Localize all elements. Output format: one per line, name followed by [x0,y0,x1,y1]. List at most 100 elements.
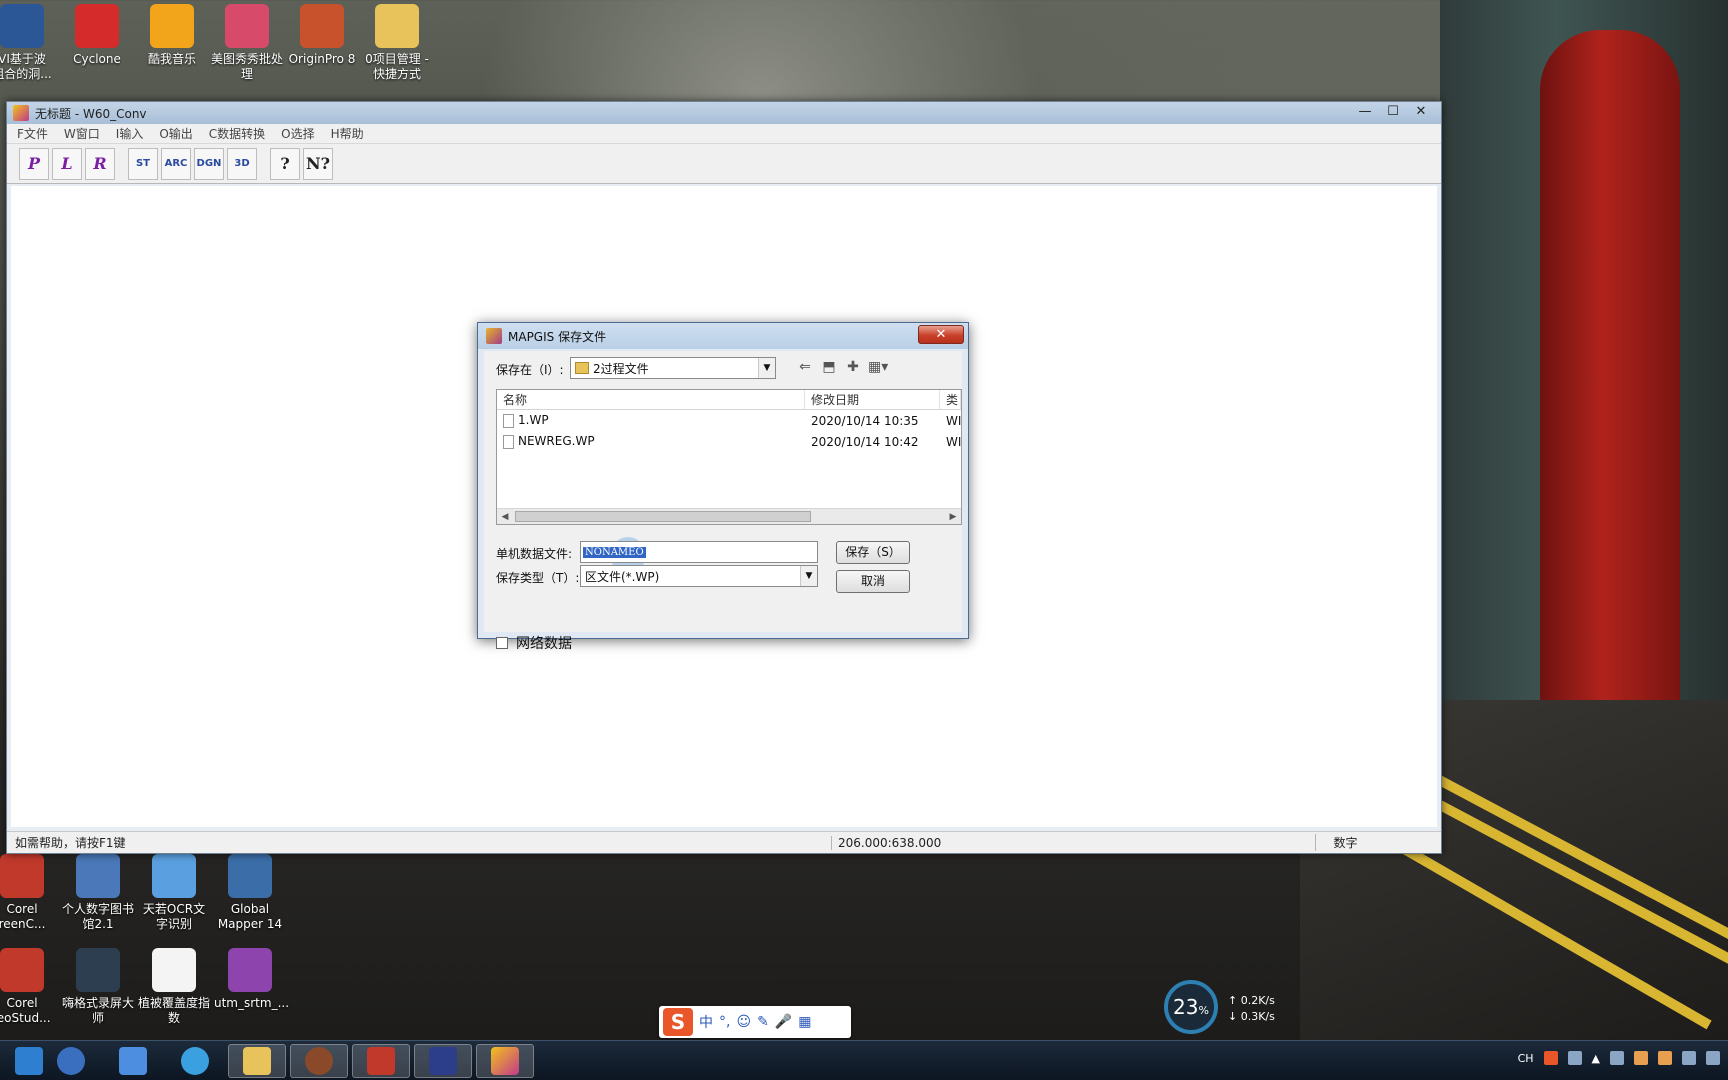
column-type[interactable]: 类 [940,390,961,409]
menu-data-convert[interactable]: C数据转换 [209,125,265,142]
desktop-icon[interactable]: utm_srtm_... [214,944,289,1011]
file-row[interactable]: 1.WP 2020/10/14 10:35 WI [497,410,961,431]
chevron-down-icon[interactable]: ▼ [758,358,775,378]
file-type: WI [946,434,962,449]
desktop-icon[interactable]: 美图秀秀批处理 [211,0,283,82]
digital-library-icon [76,854,120,898]
st-convert-icon[interactable]: ST [128,147,158,180]
taskbar-app-2[interactable] [290,1044,348,1078]
point-tool-icon[interactable]: P [19,147,49,180]
horizontal-scrollbar[interactable]: ◀ ▶ [497,508,961,524]
minimize-button[interactable]: — [1351,102,1379,122]
download-speed: ↓ 0.3K/s [1228,1010,1275,1023]
network-monitor-widget[interactable]: 23% ↑ 0.2K/s ↓ 0.3K/s [1162,968,1332,1038]
menu-file[interactable]: F文件 [17,125,48,142]
network-icon[interactable] [1682,1051,1696,1065]
sogou-ime-icon[interactable]: S [663,1008,693,1036]
filename-input[interactable]: NONAMEO [580,541,818,563]
back-arrow-icon[interactable]: ⇐ [796,359,814,375]
save-button[interactable]: 保存（S） [836,541,910,564]
desktop-icon[interactable]: 酷我音乐 [136,0,208,67]
taskbar-browser[interactable] [42,1044,100,1078]
file-list[interactable]: 名称 修改日期 类 1.WP 2020/10/14 10:35 WI NEWRE… [496,389,962,525]
menu-help[interactable]: H帮助 [331,125,364,142]
context-help-icon[interactable]: N? [303,147,333,180]
tray-icon[interactable] [1567,1051,1582,1065]
tray-expand-icon[interactable]: ▲ [1592,1052,1600,1065]
taskbar-tasks[interactable] [104,1044,162,1078]
scrollbar-thumb[interactable] [515,511,811,522]
dialog-close-button[interactable]: ✕ [918,325,964,344]
taskbar-explorer[interactable] [228,1044,286,1078]
menu-window[interactable]: W窗口 [64,125,100,142]
up-folder-icon[interactable]: ⬒ [820,359,838,375]
column-name[interactable]: 名称 [497,390,805,409]
menu-input[interactable]: I输入 [116,125,144,142]
maximize-button[interactable]: ☐ [1379,102,1407,122]
desktop-icon[interactable]: 0项目管理 - 快捷方式 [361,0,433,82]
taskbar-edge[interactable] [166,1044,224,1078]
arc-convert-icon[interactable]: ARC [161,147,191,180]
save-in-dropdown[interactable]: 2过程文件 ▼ [570,357,776,379]
status-help-text: 如需帮助，请按F1键 [15,836,126,850]
checkbox-box[interactable] [496,637,508,649]
network-data-checkbox[interactable]: 网络数据 [496,633,572,653]
ime-toolbar: S 中 °, ☺ ✎ 🎤 ▦ [659,1006,851,1038]
desktop-icon[interactable]: 嗨格式录屏大师 [62,944,134,1026]
sogou-tray-icon[interactable] [1543,1051,1558,1065]
desktop-icon[interactable]: OriginPro 8 [286,0,358,67]
region-tool-icon[interactable]: R [85,147,115,180]
desktop-icon[interactable]: VI基于波 组合的洞... [0,0,58,82]
filetype-dropdown[interactable]: 区文件(*.WP) ▼ [580,565,818,587]
desktop-icon[interactable]: 植被覆盖度指数 [138,944,210,1026]
taskbar-app-3[interactable] [352,1044,410,1078]
file-row[interactable]: NEWREG.WP 2020/10/14 10:42 WI [497,431,961,452]
ime-punctuation-icon[interactable]: °, [719,1014,730,1030]
taskbar-app-4[interactable] [414,1044,472,1078]
desktop-icon[interactable]: 天若OCR文字识别 [138,850,210,932]
column-date[interactable]: 修改日期 [805,390,940,409]
tray-icon[interactable] [1658,1051,1672,1065]
menu-select[interactable]: O选择 [281,125,314,142]
save-in-label: 保存在（I）: [496,363,564,377]
filename-value: NONAMEO [583,546,646,558]
menu-bar: F文件 W窗口 I输入 O输出 C数据转换 O选择 H帮助 [7,124,1441,144]
new-folder-icon[interactable]: ✚ [844,359,862,375]
desktop-icon[interactable]: Corel reenC... [0,850,58,932]
main-window-titlebar[interactable]: 无标题 - W60_Conv [7,102,1441,124]
line-tool-icon[interactable]: L [52,147,82,180]
scroll-right-icon[interactable]: ▶ [945,509,961,524]
ime-emoji-icon[interactable]: ☺ [736,1014,751,1030]
edge-icon [181,1047,209,1075]
cancel-button[interactable]: 取消 [836,570,910,593]
taskbar-mapgis[interactable] [476,1044,534,1078]
dialog-titlebar[interactable]: MAPGIS 保存文件 [478,323,968,349]
ime-chinese-mode[interactable]: 中 [699,1012,713,1032]
browser-icon [57,1047,85,1075]
help-icon[interactable]: ? [270,147,300,180]
tray-icon[interactable] [1634,1051,1648,1065]
tray-icon[interactable] [1610,1051,1624,1065]
desktop-icon[interactable]: 个人数字图书馆2.1 [62,850,134,932]
ime-handwrite-icon[interactable]: ✎ [757,1014,769,1030]
desktop-icon-label: 美图秀秀批处理 [211,52,284,81]
folder-icon [575,362,589,374]
volume-icon[interactable] [1706,1051,1720,1065]
app-icon [305,1047,333,1075]
desktop-icon[interactable]: Cyclone [61,0,133,67]
desktop-icon[interactable]: Global Mapper 14 [214,850,286,932]
status-mode: 数字 [1315,834,1375,851]
chevron-down-icon[interactable]: ▼ [800,566,817,586]
scroll-left-icon[interactable]: ◀ [497,509,513,524]
desktop-icon[interactable]: Corel leoStud... [0,944,58,1026]
dgn-convert-icon[interactable]: DGN [194,147,224,180]
ime-toolbox-icon[interactable]: ▦ [798,1014,811,1030]
desktop-icon-label: 植被覆盖度指数 [138,996,211,1025]
filename-label: 单机数据文件: [496,547,573,561]
view-menu-icon[interactable]: ▦▾ [868,359,888,375]
language-indicator[interactable]: CH [1518,1052,1534,1065]
close-button[interactable]: ✕ [1407,102,1435,122]
menu-output[interactable]: O输出 [159,125,192,142]
ime-voice-icon[interactable]: 🎤 [775,1014,792,1030]
3d-convert-icon[interactable]: 3D [227,147,257,180]
